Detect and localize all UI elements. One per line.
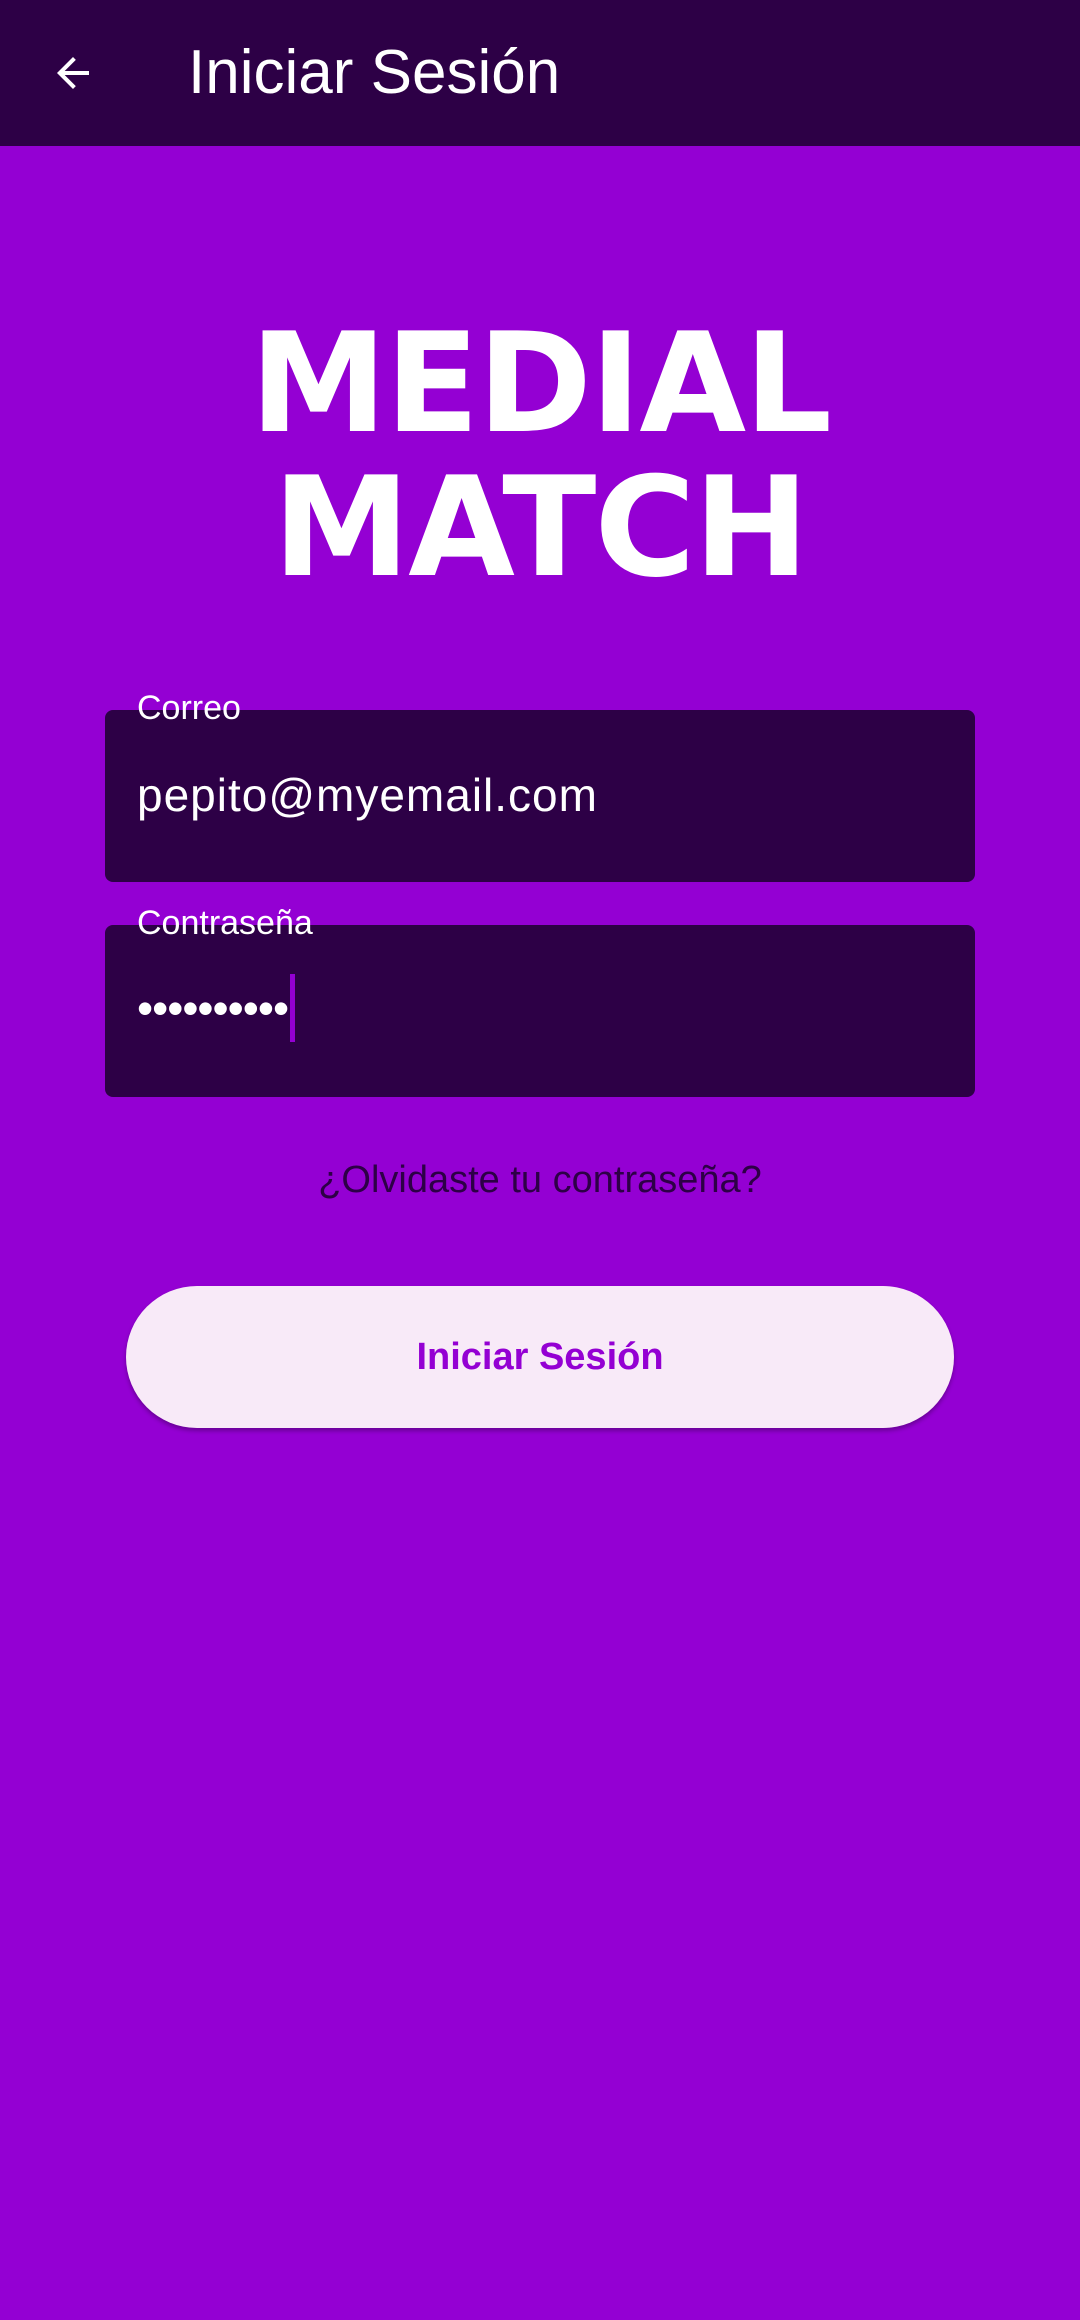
password-masked-value: ••••••••••: [137, 982, 289, 1034]
email-input[interactable]: [137, 767, 937, 823]
forgot-password-link[interactable]: ¿Olvidaste tu contraseña?: [0, 1152, 1080, 1208]
email-field[interactable]: [105, 710, 975, 882]
app-bar: Iniciar Sesión: [0, 0, 1080, 146]
arrow-back-icon: [57, 57, 89, 89]
password-label: Contraseña: [137, 904, 313, 942]
password-input[interactable]: ••••••••••: [137, 973, 296, 1043]
back-button[interactable]: [34, 36, 112, 110]
password-field[interactable]: ••••••••••: [105, 925, 975, 1097]
email-label: Correo: [137, 689, 241, 727]
logo-line-2: MATCH: [272, 447, 809, 608]
login-button[interactable]: Iniciar Sesión: [126, 1286, 954, 1428]
page-title: Iniciar Sesión: [188, 38, 561, 107]
logo-line-1: MEDIAL: [249, 303, 832, 464]
app-logo: MEDIAL MATCH: [0, 312, 1080, 600]
text-cursor: [290, 974, 296, 1042]
